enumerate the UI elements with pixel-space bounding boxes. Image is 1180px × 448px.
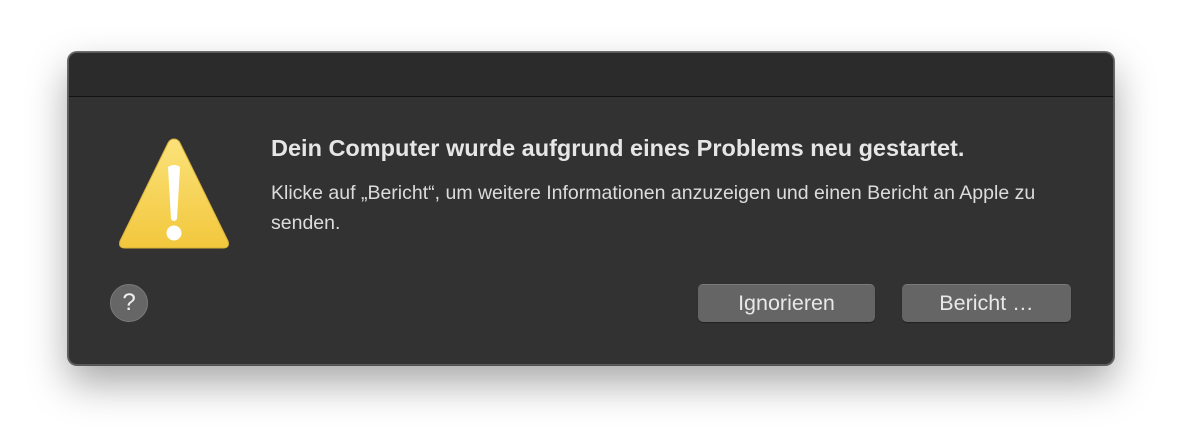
alert-headline: Dein Computer wurde aufgrund eines Probl…	[271, 135, 965, 161]
help-button[interactable]: ?	[110, 284, 148, 322]
report-button[interactable]: Bericht …	[902, 284, 1071, 322]
ignore-button[interactable]: Ignorieren	[698, 284, 875, 322]
alert-message: Klicke auf „Bericht“, um weitere Informa…	[271, 182, 1036, 234]
restart-alert-dialog: Dein Computer wurde aufgrund eines Probl…	[68, 52, 1114, 365]
dialog-titlebar	[69, 53, 1113, 97]
warning-icon	[119, 138, 229, 249]
